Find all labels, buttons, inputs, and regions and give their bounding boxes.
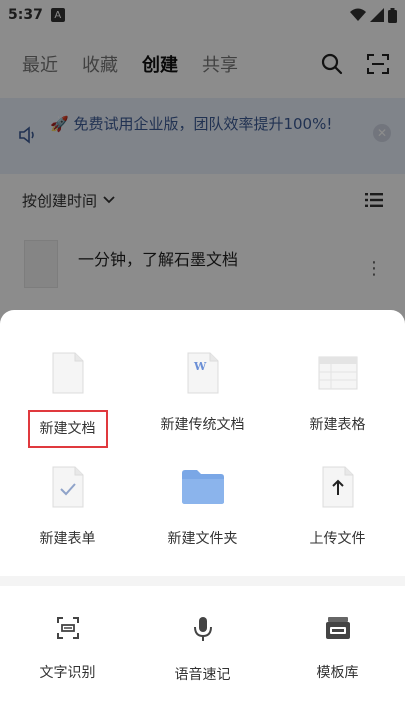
create-bottom-sheet: 新建文档 W 新建传统文档 新建表格 新建表单 新建文件夹 上传文件 文字识别 … [0, 310, 405, 720]
word-doc-icon: W [187, 352, 218, 394]
template-library-icon [325, 617, 350, 639]
voice-note-label: 语音速记 [174, 667, 231, 683]
new-form-label: 新建表单 [39, 531, 96, 547]
ocr-label: 文字识别 [39, 665, 96, 681]
new-word-doc-label: 新建传统文档 [160, 417, 245, 433]
microphone-icon [193, 617, 212, 641]
ocr-scan-icon [56, 617, 79, 639]
template-library-button[interactable]: 模板库 [270, 616, 405, 682]
new-form-button[interactable]: 新建表单 [0, 460, 135, 550]
sheet-icon [318, 356, 357, 390]
form-icon [52, 466, 83, 508]
doc-icon [52, 352, 83, 394]
svg-text:W: W [193, 360, 207, 373]
new-folder-label: 新建文件夹 [167, 531, 238, 547]
new-sheet-label: 新建表格 [309, 417, 366, 433]
template-library-label: 模板库 [316, 665, 359, 681]
section-divider [0, 576, 405, 586]
voice-note-button[interactable]: 语音速记 [135, 616, 270, 684]
new-doc-label: 新建文档 [27, 410, 108, 448]
upload-file-label: 上传文件 [309, 531, 366, 547]
folder-icon [181, 470, 224, 504]
new-sheet-button[interactable]: 新建表格 [270, 346, 405, 436]
ocr-button[interactable]: 文字识别 [0, 616, 135, 682]
upload-icon [322, 466, 353, 508]
new-word-doc-button[interactable]: W 新建传统文档 [135, 346, 270, 436]
new-folder-button[interactable]: 新建文件夹 [135, 460, 270, 550]
upload-file-button[interactable]: 上传文件 [270, 460, 405, 550]
new-doc-button[interactable]: 新建文档 [0, 346, 135, 448]
